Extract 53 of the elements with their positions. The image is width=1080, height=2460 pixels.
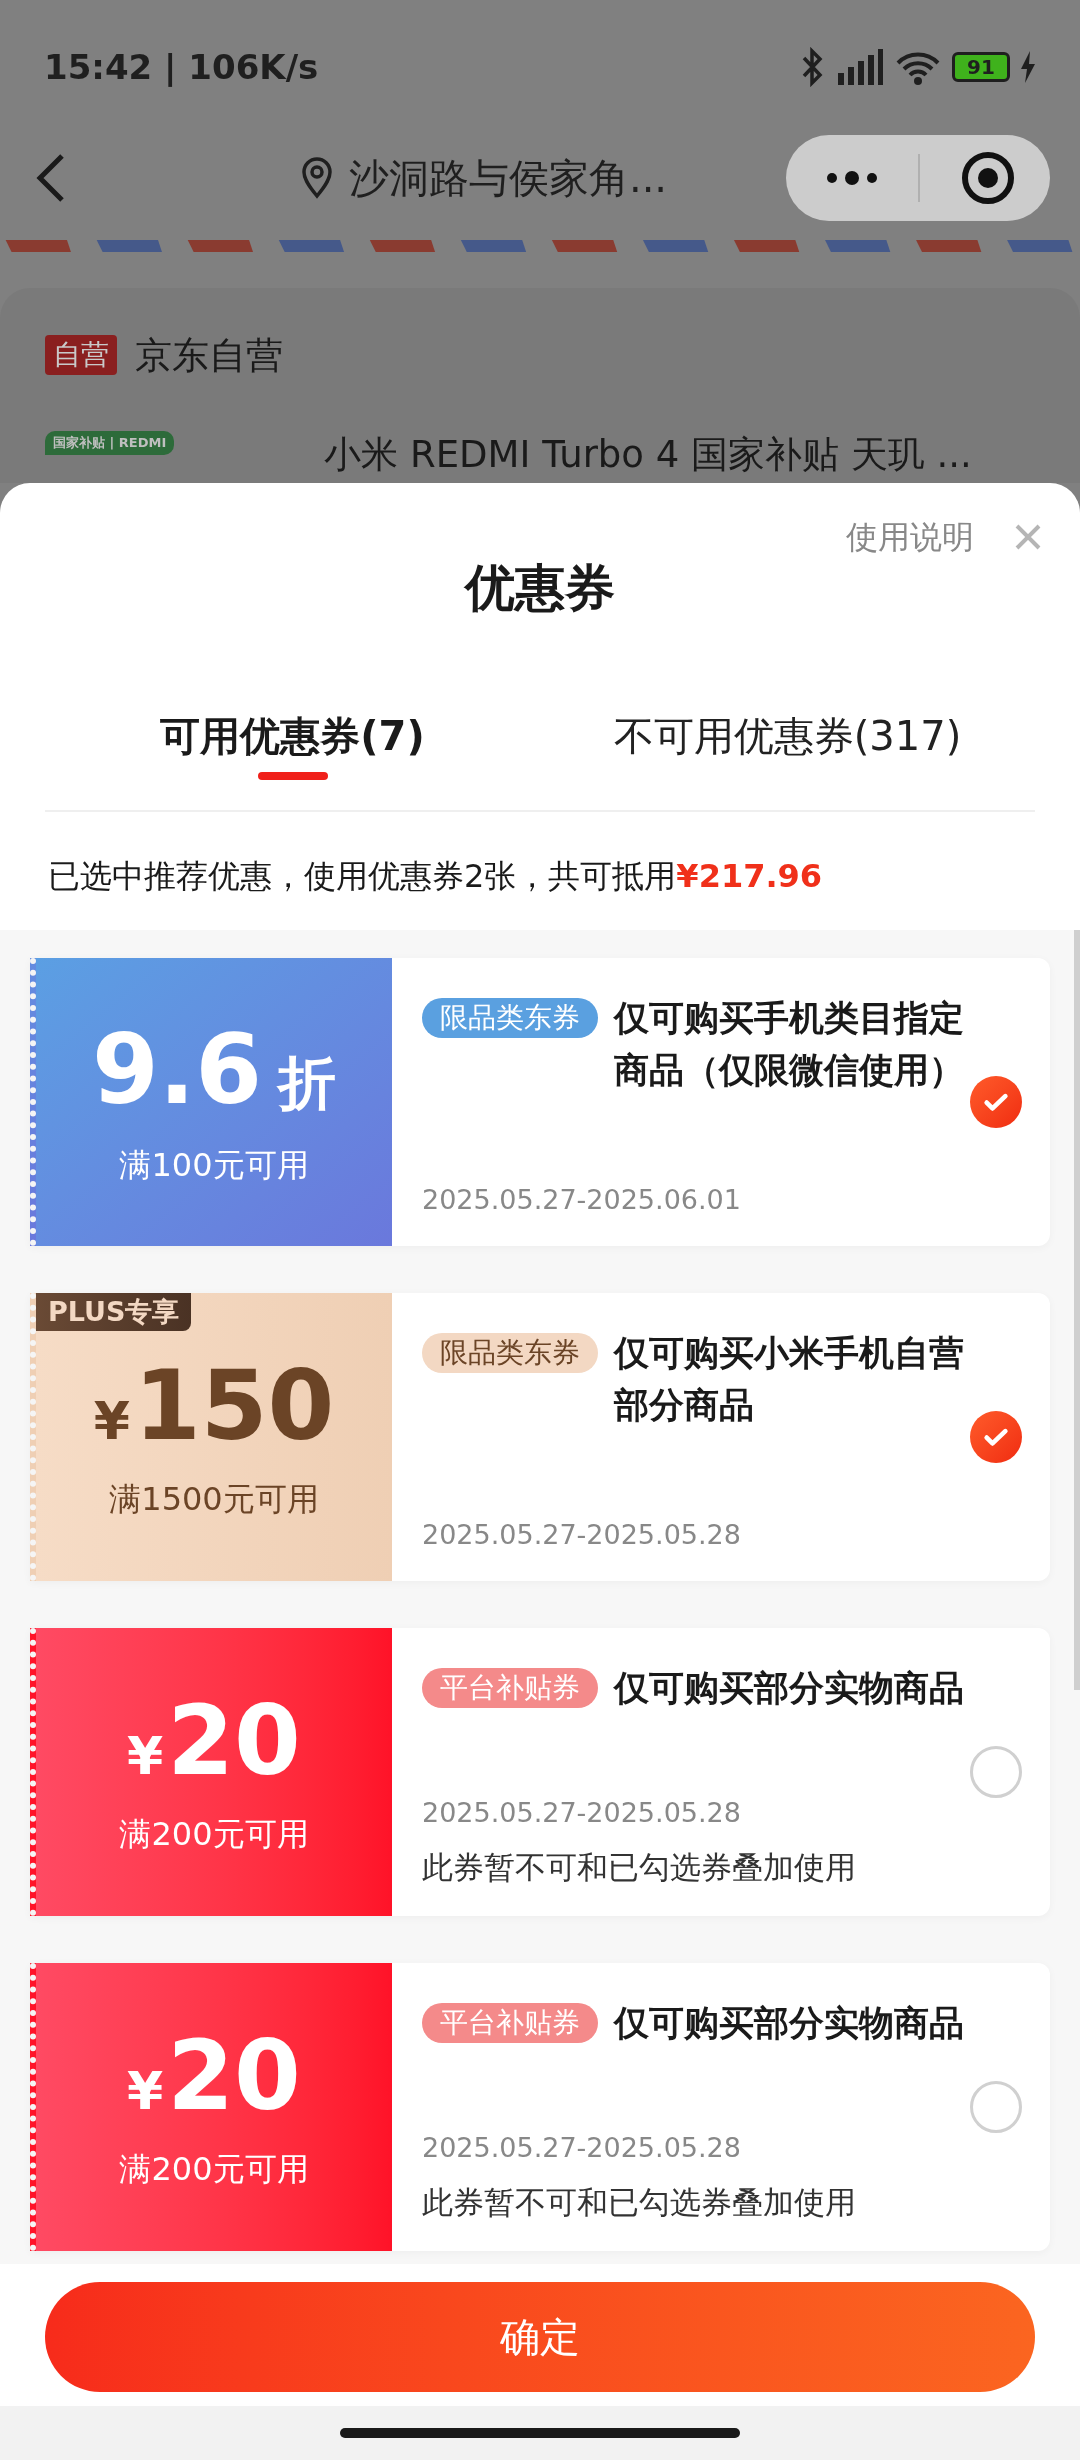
usage-help-link[interactable]: 使用说明 (846, 513, 974, 561)
coupon-title: 仅可购买手机类目指定商品（仅限微信使用） (614, 997, 965, 1092)
coupon-amount: 20 (167, 1686, 301, 1796)
coupon-condition: 满200元可用 (119, 1814, 309, 1855)
target-icon[interactable] (960, 150, 1016, 207)
unchecked-radio[interactable] (970, 2081, 1022, 2133)
product-logo: 国家补贴 | REDMI (45, 431, 175, 455)
coupon-condition: 满100元可用 (119, 1145, 309, 1186)
close-icon[interactable] (1014, 523, 1042, 551)
coupon-card[interactable]: ¥20 满200元可用 平台补贴券 仅可购买部分实物商品 2025.05.27-2025.05.28 此券暂不可和已勾选券叠加使用 (30, 1963, 1050, 2251)
product-title: 小米 REDMI Turbo 4 国家补贴 天玑 ... (324, 432, 972, 478)
bluetooth-icon (800, 47, 824, 88)
coupon-condition: 满1500元可用 (109, 1479, 319, 1520)
coupon-date: 2025.05.27-2025.05.28 (422, 1517, 742, 1552)
coupon-card[interactable]: 9.6 折 满100元可用 限品类东券 仅可购买手机类目指定商品（仅限微信使用） 2025.05.27-2025.06.01 (30, 958, 1050, 1246)
sheet-title: 优惠券 (463, 558, 616, 619)
coupon-amount: 150 (133, 1351, 335, 1461)
charging-icon (1020, 51, 1036, 84)
checked-radio[interactable] (970, 1411, 1022, 1463)
status-time: 15:42 | 106K/s (44, 45, 319, 89)
currency-sign: ¥ (127, 1725, 164, 1788)
location-title[interactable]: 沙洞路与侯家角... (348, 148, 668, 209)
unchecked-radio[interactable] (970, 1746, 1022, 1798)
coupon-title: 仅可购买部分实物商品 (614, 2002, 964, 2045)
more-icon[interactable] (826, 171, 878, 186)
discount-unit: 折 (278, 1048, 337, 1119)
checked-radio[interactable] (970, 1076, 1022, 1128)
coupon-tag: 平台补贴券 (422, 2003, 598, 2043)
coupon-date: 2025.05.27-2025.05.28 (422, 1796, 742, 1830)
coupon-date: 2025.05.27-2025.05.28 (422, 2131, 742, 2165)
coupon-amount: 9.6 (91, 1015, 263, 1125)
coupon-tag: 限品类东券 (422, 1333, 598, 1373)
coupon-amount: 20 (167, 2021, 301, 2131)
coupon-condition: 满200元可用 (119, 2149, 309, 2190)
coupon-tab[interactable]: 不可用优惠券(317) (613, 706, 962, 766)
coupon-card[interactable]: ¥20 满200元可用 平台补贴券 仅可购买部分实物商品 2025.05.27-2025.05.28 此券暂不可和已勾选券叠加使用 (30, 1628, 1050, 1916)
currency-sign: ¥ (93, 1390, 130, 1453)
coupon-title: 仅可购买部分实物商品 (614, 1667, 964, 1710)
coupon-tag: 平台补贴券 (422, 1668, 598, 1708)
battery-indicator: 91 (952, 52, 1010, 83)
coupon-date: 2025.05.27-2025.06.01 (422, 1182, 742, 1217)
currency-sign: ¥ (127, 2060, 164, 2123)
plus-badge: PLUS专享 (36, 1293, 192, 1331)
tab-indicator (257, 772, 328, 780)
coupon-title: 仅可购买小米手机自营部分商品 (614, 1332, 965, 1427)
coupon-tag: 限品类东券 (422, 998, 598, 1038)
coupon-note: 此券暂不可和已勾选券叠加使用 (422, 1847, 857, 1887)
coupon-note: 此券暂不可和已勾选券叠加使用 (422, 2182, 857, 2222)
store-name: 京东自营 (135, 332, 283, 379)
summary-text: 已选中推荐优惠，使用优惠券2张，共可抵用¥217.96 (47, 856, 824, 897)
self-operated-badge: 自营 (45, 335, 117, 376)
coupon-tab[interactable]: 可用优惠券(7) (160, 706, 425, 766)
coupon-card[interactable]: PLUS专享 ¥150 满1500元可用 限品类东券 仅可购买小米手机自营部分商品 2025.05.27-2025.05.28 (30, 1293, 1050, 1581)
